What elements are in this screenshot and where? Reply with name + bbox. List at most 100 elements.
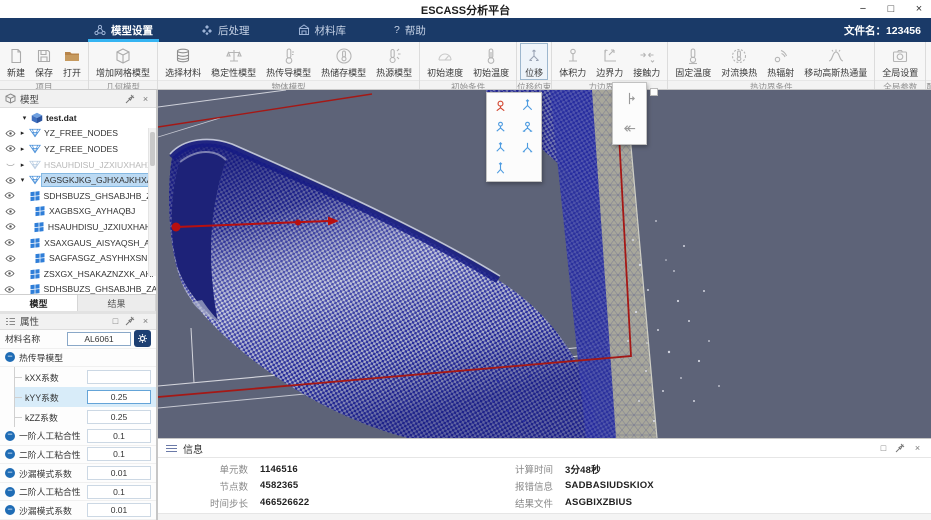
tree-root[interactable]: ▾ test.dat [0,110,156,126]
constraint-option-6[interactable] [514,137,541,158]
constraint-option-3[interactable] [487,116,514,137]
constraint-option-4[interactable] [514,116,541,137]
param-input[interactable] [87,503,151,518]
global-settings-button[interactable]: 全局设置 [877,43,923,80]
minimize-button[interactable]: − [857,0,869,18]
menu-item-label: 材料库 [314,24,347,37]
select-material-button[interactable]: 选择材料 [160,43,206,80]
tree-item[interactable]: ▸ YZ_FREE_NODES [0,126,156,142]
collapse-arrow-icon[interactable]: ▸ [18,161,27,169]
close-panel-icon[interactable]: × [140,316,151,326]
collapse-minus-icon[interactable] [5,468,15,479]
heat-storage-model-button[interactable]: 热储存模型 [316,43,371,80]
moving-gaussian-flux-button[interactable]: 移动高斯热通量 [799,43,872,80]
contact-force-button[interactable]: 接触力 [628,43,665,80]
visibility-eye-icon[interactable] [3,175,18,186]
initial-temperature-button[interactable]: 初始温度 [468,43,514,80]
menu-item-postprocess[interactable]: 后处理 [177,18,274,42]
expand-arrow-icon[interactable]: ▾ [18,176,27,184]
param-input[interactable] [87,466,151,481]
collapse-arrow-icon[interactable]: ▸ [18,145,27,153]
tree-item[interactable]: ▸ YZ_FREE_NODES [0,141,156,157]
contact-option-sliding[interactable] [622,121,637,136]
body-force-icon [564,46,582,65]
viewport-3d[interactable] [157,90,931,438]
param-input[interactable] [87,428,151,443]
collapse-minus-icon[interactable] [5,430,15,441]
kyy-input[interactable] [87,390,151,405]
pin-icon[interactable] [125,316,136,326]
kxx-input[interactable] [87,370,151,385]
new-button[interactable]: 新建 [2,43,30,80]
convection-button[interactable]: 对流换热 [716,43,762,80]
tree-item[interactable]: SDHSBUZS_GHSABJHB_ZAHU [0,188,156,204]
kzz-input[interactable] [87,410,151,425]
visibility-eye-icon[interactable] [3,237,16,248]
constraint-option-7[interactable] [487,158,514,179]
expand-arrow-icon[interactable]: ▾ [20,114,29,122]
material-settings-button[interactable] [134,330,151,348]
displacement-button[interactable]: 位移 [520,43,549,80]
boundary-force-button[interactable]: 边界力 [591,43,628,80]
radiation-button[interactable]: 热辐射 [762,43,799,80]
visibility-eye-icon[interactable] [3,206,18,217]
collapse-arrow-icon[interactable]: ▸ [18,129,27,137]
tree-item-selected[interactable]: ▾ AGSGKJKG_GJHXAJKHXA [0,172,156,188]
tree-scrollbar[interactable] [148,128,156,276]
tree-item[interactable]: SDHSBUZS_GHSABJHB_ZAHU [0,282,156,294]
menu-item-material-library[interactable]: 材料库 [274,18,371,42]
contact-option-normal[interactable] [622,91,637,106]
tree-item[interactable]: HSAUHDISU_JZXIUXHAHX [0,219,156,235]
close-panel-icon[interactable]: × [912,443,923,453]
material-name-input[interactable] [67,331,131,346]
menu-item-help[interactable]: ? 帮助 [370,18,450,42]
param-row: 二阶人工粘合性 [0,446,156,465]
param-input[interactable] [87,484,151,499]
part-tiles-icon [29,268,42,280]
open-button[interactable]: 打开 [58,43,86,80]
float-panel-icon[interactable]: □ [110,316,121,326]
close-panel-icon[interactable]: × [140,94,151,104]
visibility-eye-icon[interactable] [3,221,18,232]
tree-item[interactable]: XSAXGAUS_AISYAQSH_ASHX [0,235,156,251]
collapse-minus-icon[interactable] [5,352,15,363]
visibility-eye-icon[interactable] [3,284,16,294]
heat-source-model-button[interactable]: 热源模型 [371,43,417,80]
constraint-option-2[interactable] [514,95,541,116]
float-panel-icon[interactable]: □ [878,443,889,453]
tree-item[interactable]: SAGFASGZ_ASYHHXSN [0,250,156,266]
save-button[interactable]: 保存 [30,43,58,80]
menu-item-model-settings[interactable]: 模型设置 [70,18,177,42]
tab-model[interactable]: 模型 [0,295,78,311]
initial-velocity-button[interactable]: 初始速度 [422,43,468,80]
scrollbar-thumb[interactable] [150,132,155,166]
visibility-eye-icon[interactable] [3,128,18,139]
constraint-option-fix-all[interactable] [487,95,514,116]
fixed-temp-icon [684,46,702,65]
conduction-group-header[interactable]: 热传导模型 [0,349,156,368]
tab-results[interactable]: 结果 [78,295,156,311]
body-force-button[interactable]: 体积力 [554,43,591,80]
add-mesh-model-button[interactable]: 增加网格模型 [91,43,155,80]
stability-model-button[interactable]: 稳定性模型 [206,43,261,80]
tree-item-hidden[interactable]: ▸ HSAUHDISU_JZXIUXHAHX [0,157,156,173]
dropdown-handle[interactable] [650,88,658,96]
visibility-eye-icon[interactable] [3,268,16,279]
visibility-eye-icon[interactable] [3,190,16,201]
fixed-temperature-button[interactable]: 固定温度 [670,43,716,80]
pin-icon[interactable] [895,443,906,453]
pin-icon[interactable] [125,94,136,104]
visibility-hidden-icon[interactable] [3,159,18,170]
collapse-minus-icon[interactable] [5,505,15,516]
visibility-eye-icon[interactable] [3,253,18,264]
close-button[interactable]: × [913,0,925,18]
tree-item[interactable]: ZSXGX_HSAKAZNZXK_AHASX [0,266,156,282]
collapse-minus-icon[interactable] [5,486,15,497]
constraint-option-5[interactable] [487,137,514,158]
collapse-minus-icon[interactable] [5,449,15,460]
visibility-eye-icon[interactable] [3,143,18,154]
restore-button[interactable]: □ [885,0,897,18]
tree-item[interactable]: XAGBSXG_AYHAQBJ [0,204,156,220]
heat-conduction-model-button[interactable]: 热传导模型 [261,43,316,80]
param-input[interactable] [87,447,151,462]
